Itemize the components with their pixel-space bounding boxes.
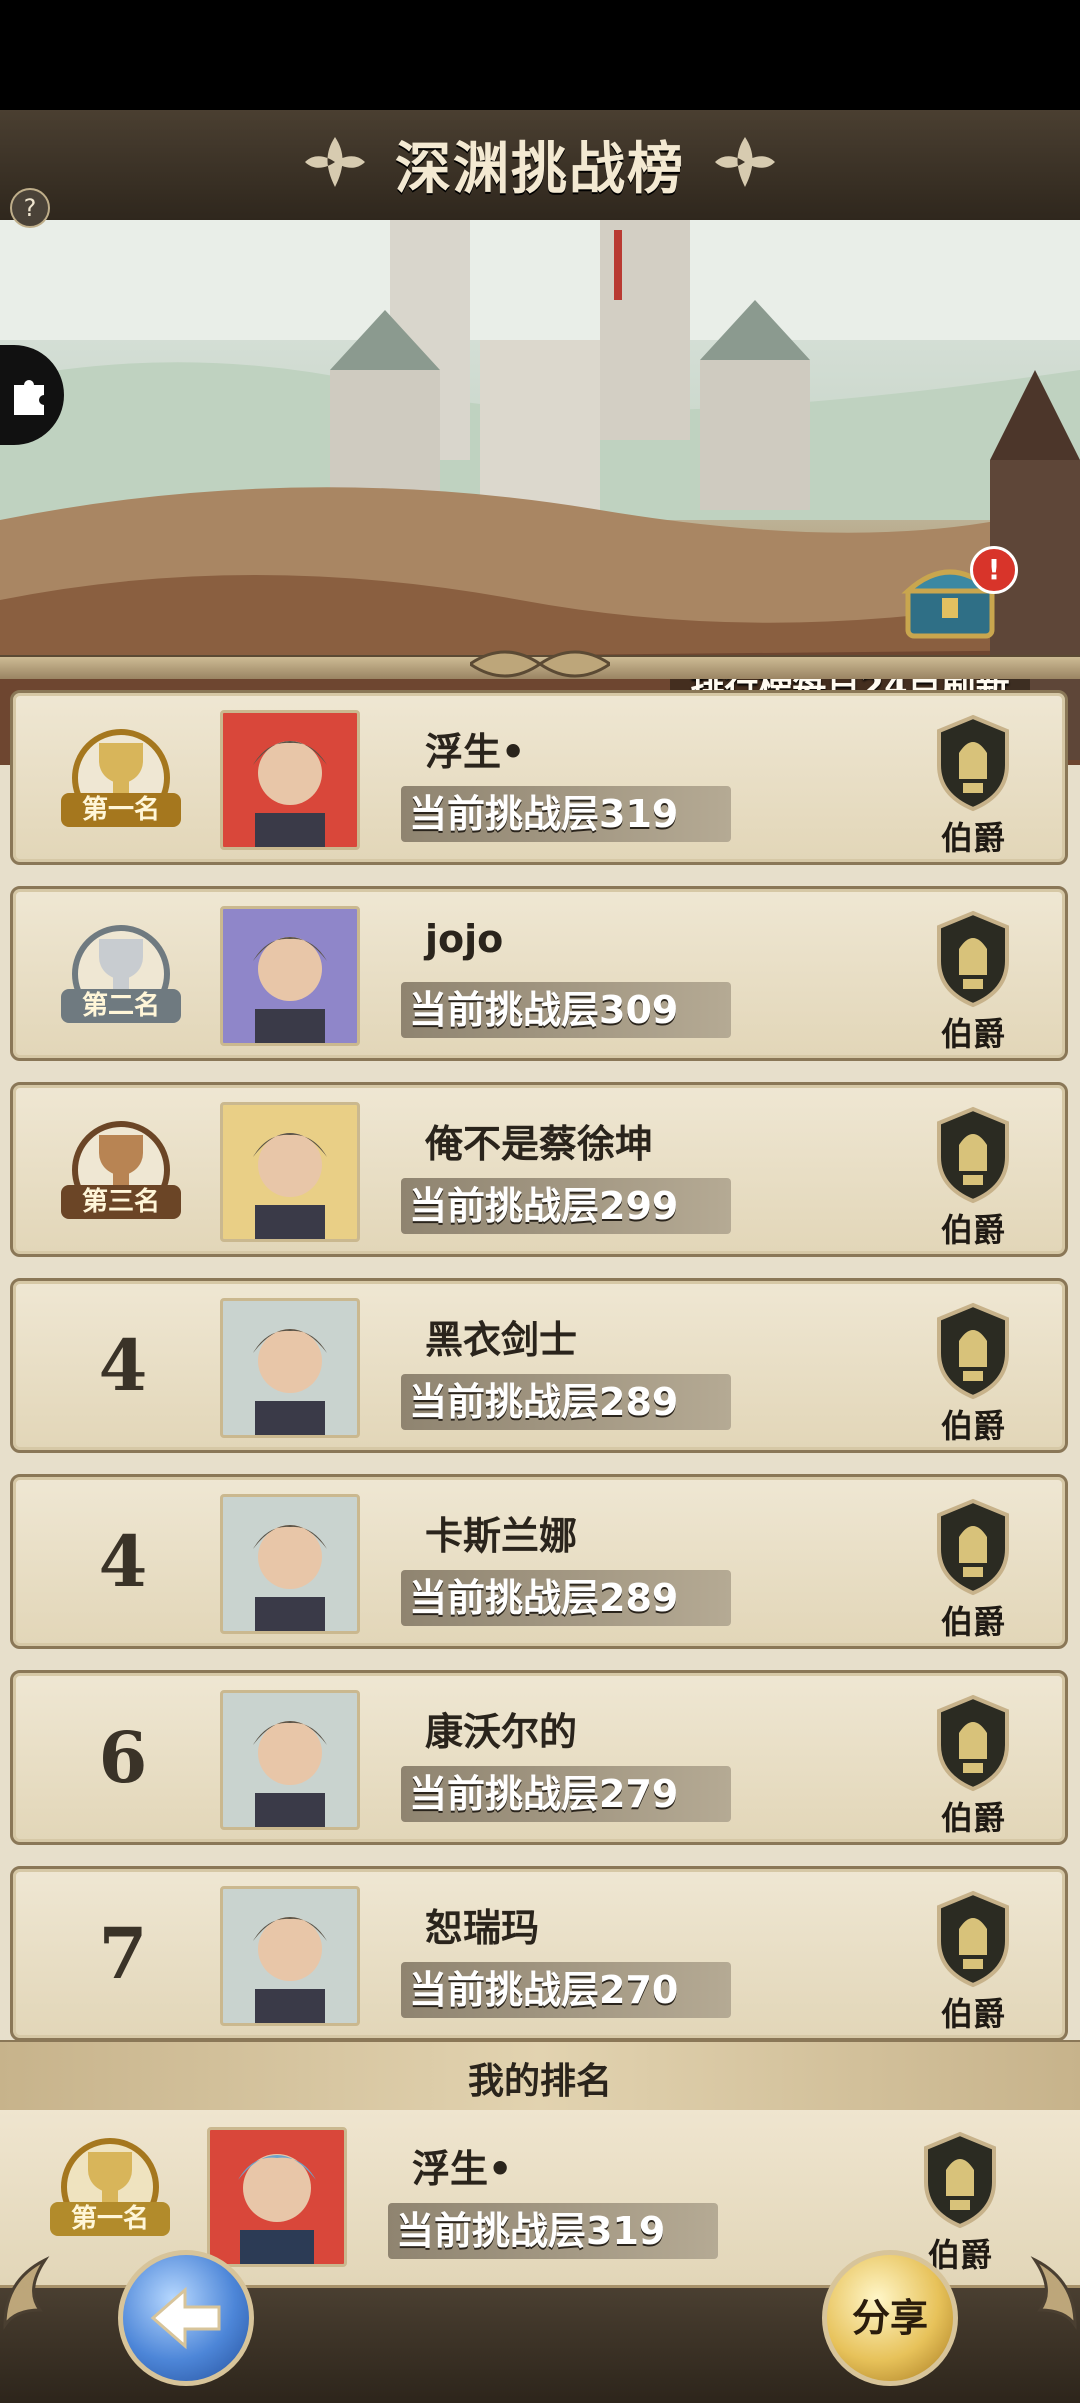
page-title: 深渊挑战榜: [395, 137, 685, 202]
count-shield-icon: [937, 1106, 1009, 1204]
chest-alert-badge: !: [970, 546, 1018, 594]
trophy-gold-icon: 第一名: [50, 2138, 170, 2236]
corner-ornament-left-icon: [3, 2256, 50, 2330]
title-label: 伯爵: [940, 819, 1005, 857]
score-text: 当前挑战层299: [409, 1184, 679, 1228]
player-avatar[interactable]: [220, 1886, 360, 2026]
my-score-text: 当前挑战层319: [396, 2209, 666, 2253]
back-arrow-icon: [150, 2286, 221, 2350]
rank-number: 6: [98, 1716, 148, 1799]
back-button[interactable]: [118, 2250, 254, 2386]
score-pill: 当前挑战层279: [401, 1766, 731, 1822]
title-label: 伯爵: [940, 1407, 1005, 1445]
rank-number: 7: [98, 1912, 148, 1995]
table-row[interactable]: 4 黑衣剑士 当前挑战层289 伯爵: [10, 1278, 1068, 1453]
player-name: jojo: [425, 917, 504, 961]
score-text: 当前挑战层319: [409, 792, 679, 836]
rank-badge-text: 第二名: [82, 990, 160, 1021]
score-text: 当前挑战层309: [409, 988, 679, 1032]
score-text: 当前挑战层270: [409, 1968, 679, 2012]
player-name: 恕瑞玛: [425, 1906, 540, 1950]
fleur-right-icon: [715, 137, 775, 187]
title-label: 伯爵: [940, 1799, 1005, 1837]
my-rank-badge-text: 第一名: [71, 2203, 149, 2234]
player-avatar[interactable]: [220, 1102, 360, 1242]
score-pill: 当前挑战层309: [401, 982, 731, 1038]
score-text: 当前挑战层289: [409, 1380, 679, 1424]
score-pill: 当前挑战层299: [401, 1178, 731, 1234]
player-name: 卡斯兰娜: [425, 1514, 578, 1558]
my-score-pill: 当前挑战层319: [388, 2203, 718, 2259]
score-pill: 当前挑战层289: [401, 1374, 731, 1430]
count-shield-icon: [924, 2131, 996, 2229]
count-shield-icon: [937, 910, 1009, 1008]
share-button[interactable]: 分享: [822, 2250, 958, 2386]
score-pill: 当前挑战层319: [401, 786, 731, 842]
trophy-medal-icon: 第一名: [61, 729, 181, 827]
player-avatar[interactable]: [220, 1298, 360, 1438]
corner-ornament-right-icon: [1030, 2256, 1077, 2330]
count-shield-icon: [937, 1498, 1009, 1596]
table-row[interactable]: 6 康沃尔的 当前挑战层279 伯爵: [10, 1670, 1068, 1845]
status-bar: [0, 0, 1080, 110]
title-label: 伯爵: [940, 1211, 1005, 1249]
player-name: 康沃尔的: [425, 1710, 578, 1754]
count-shield-icon: [937, 1890, 1009, 1988]
score-text: 当前挑战层279: [409, 1772, 679, 1816]
player-avatar[interactable]: [220, 906, 360, 1046]
title-label: 伯爵: [940, 1603, 1005, 1641]
my-avatar[interactable]: [207, 2127, 347, 2267]
my-rank-header: 我的排名: [0, 2040, 1080, 2112]
my-rank-label: 我的排名: [467, 2061, 612, 2102]
rank-badge-text: 第一名: [82, 794, 160, 825]
count-shield-icon: [937, 1302, 1009, 1400]
player-name: 俺不是蔡徐坤: [425, 1122, 654, 1166]
rank-number: 4: [98, 1520, 148, 1603]
player-name: 浮生•: [425, 730, 526, 774]
trophy-medal-icon: 第二名: [61, 925, 181, 1023]
count-shield-icon: [937, 714, 1009, 812]
player-avatar[interactable]: [220, 710, 360, 850]
header: 深渊挑战榜: [0, 110, 1080, 223]
help-button[interactable]: ?: [10, 188, 50, 228]
rank-number: 4: [98, 1324, 148, 1407]
count-shield-icon: [937, 1694, 1009, 1792]
trophy-medal-icon: 第三名: [61, 1121, 181, 1219]
table-row[interactable]: 第三名 俺不是蔡徐坤 当前挑战层299 伯爵: [10, 1082, 1068, 1257]
score-text: 当前挑战层289: [409, 1576, 679, 1620]
my-player-name: 浮生•: [412, 2147, 513, 2191]
table-row[interactable]: 第一名 浮生• 当前挑战层319 伯爵: [10, 690, 1068, 865]
table-row[interactable]: 第二名 jojo 当前挑战层309 伯爵: [10, 886, 1068, 1061]
title-label: 伯爵: [940, 1995, 1005, 2033]
table-row[interactable]: 4 卡斯兰娜 当前挑战层289 伯爵: [10, 1474, 1068, 1649]
puzzle-icon: [14, 380, 44, 415]
player-avatar[interactable]: [220, 1690, 360, 1830]
player-name: 黑衣剑士: [425, 1318, 578, 1362]
score-pill: 当前挑战层289: [401, 1570, 731, 1626]
rank-badge-text: 第三名: [82, 1186, 160, 1217]
divider-ornament-icon: [470, 650, 610, 678]
score-pill: 当前挑战层270: [401, 1962, 731, 2018]
player-avatar[interactable]: [220, 1494, 360, 1634]
title-label: 伯爵: [940, 1015, 1005, 1053]
table-row[interactable]: 7 恕瑞玛 当前挑战层270 伯爵: [10, 1866, 1068, 2041]
